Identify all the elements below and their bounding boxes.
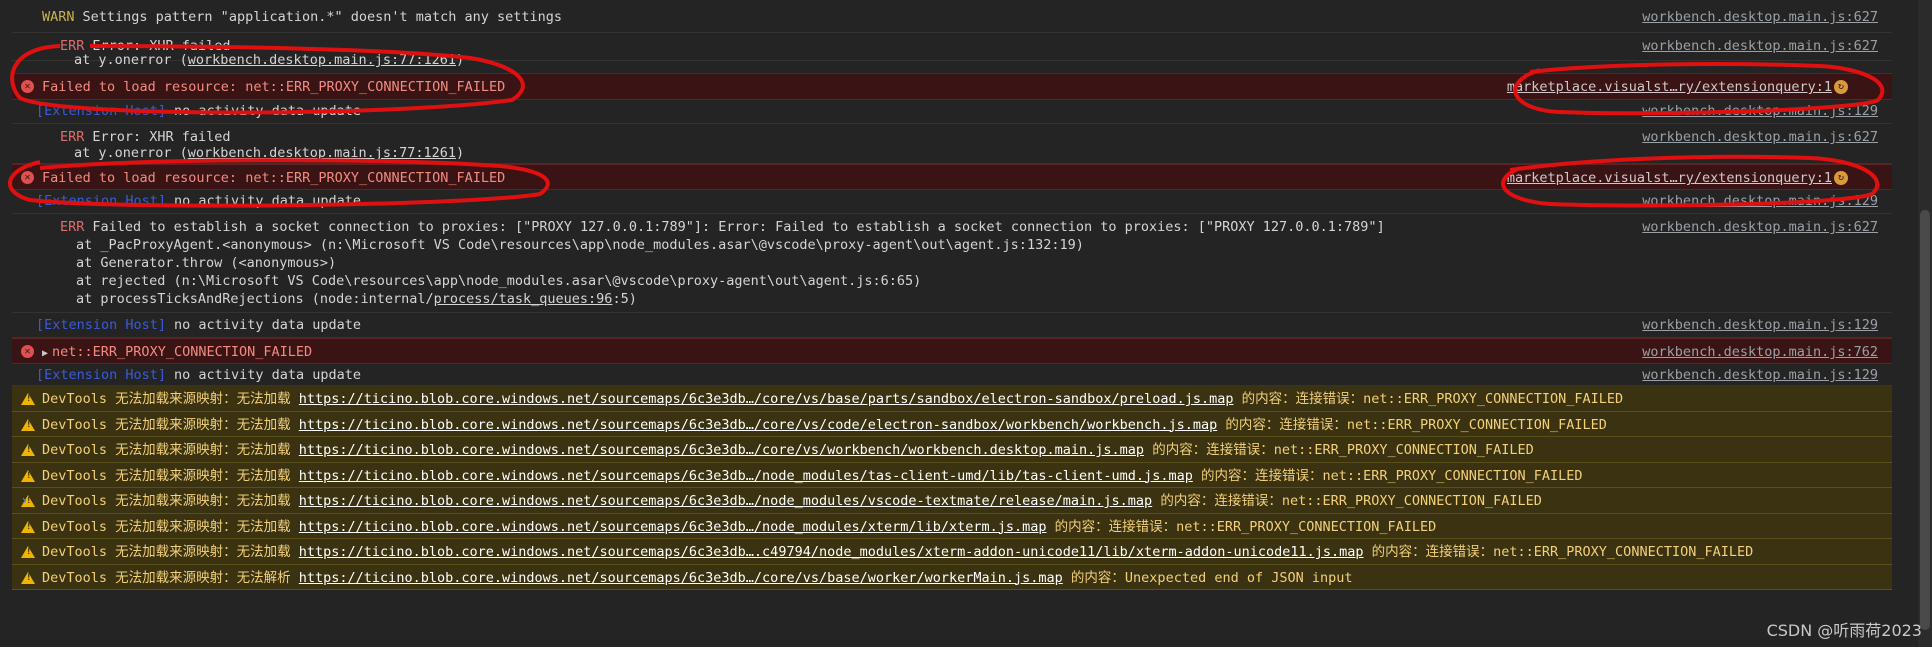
warning-prefix: DevTools 无法加载来源映射：无法加载 xyxy=(42,391,299,407)
warning-suffix: 的内容：连接错误：net::ERR_PROXY_CONNECTION_FAILE… xyxy=(1046,518,1437,535)
extension-host-badge: [Extension Host] xyxy=(36,193,167,209)
sourcemap-link[interactable]: https://ticino.blob.core.windows.net/sou… xyxy=(299,417,1217,433)
warning-suffix: 的内容：连接错误：net::ERR_PROXY_CONNECTION_FAILE… xyxy=(1144,442,1534,458)
warning-triangle-icon xyxy=(21,469,35,482)
stack-prefix: at y.onerror ( xyxy=(74,145,188,161)
warning-prefix: DevTools 无法加载来源映射：无法加载 xyxy=(42,467,299,484)
sourcemap-link[interactable]: https://ticino.blob.core.windows.net/sou… xyxy=(299,493,1152,509)
console-prompt-chevron-icon[interactable]: › xyxy=(20,493,28,509)
stack-link[interactable]: workbench.desktop.main.js:77:1261 xyxy=(188,145,456,161)
sourcemap-link[interactable]: https://ticino.blob.core.windows.net/sou… xyxy=(299,442,1144,458)
error-circle-icon: ✕ xyxy=(21,345,34,358)
message-text: Failed to establish a socket connection … xyxy=(92,219,1385,235)
source-link[interactable]: workbench.desktop.main.js:129 xyxy=(1642,102,1878,120)
stack-suffix: ) xyxy=(456,52,465,68)
level-err-label: ERR xyxy=(60,219,85,235)
warning-triangle-icon xyxy=(21,571,35,584)
warning-triangle-icon xyxy=(21,444,35,456)
devtools-warning-row: DevTools 无法加载来源映射：无法加载 https://ticino.bl… xyxy=(12,462,1892,488)
source-link[interactable]: marketplace.visualst…ry/extensionquery:1 xyxy=(1507,169,1832,187)
sourcemap-link[interactable]: https://ticino.blob.core.windows.net/sou… xyxy=(299,519,1047,535)
warning-prefix: DevTools 无法加载来源映射：无法加载 xyxy=(42,442,299,458)
sourcemap-link[interactable]: https://ticino.blob.core.windows.net/sou… xyxy=(299,468,1193,484)
console-message-ext-host: [Extension Host] no activity data update … xyxy=(12,364,1892,386)
warning-triangle-icon xyxy=(21,520,35,533)
stack-link[interactable]: process/task_queues:96 xyxy=(434,291,613,307)
warning-suffix: 的内容：连接错误：net::ERR_PROXY_CONNECTION_FAILE… xyxy=(1363,544,1754,560)
warning-prefix: DevTools 无法加载来源映射：无法解析 xyxy=(42,569,299,586)
console-message-ext-host: [Extension Host] no activity data update … xyxy=(12,100,1892,124)
warning-triangle-icon xyxy=(21,393,35,405)
stack-trace-row: at y.onerror (workbench.desktop.main.js:… xyxy=(12,142,1892,164)
console-scrollbar[interactable] xyxy=(1918,0,1932,647)
message-text: no activity data update xyxy=(174,367,361,383)
stack-prefix: at processTicksAndRejections (node:inter… xyxy=(76,291,434,307)
message-text: Settings pattern "application.*" doesn't… xyxy=(82,9,563,25)
warning-triangle-icon xyxy=(21,418,35,431)
message-text: no activity data update xyxy=(174,317,361,333)
warning-prefix: DevTools 无法加载来源映射：无法加载 xyxy=(42,416,299,433)
warning-suffix: 的内容：连接错误：net::ERR_PROXY_CONNECTION_FAILE… xyxy=(1217,416,1607,433)
warning-triangle-icon xyxy=(21,546,35,558)
source-link[interactable]: workbench.desktop.main.js:129 xyxy=(1642,192,1878,210)
console-panel: WARN Settings pattern "application.*" doe… xyxy=(12,0,1892,647)
stack-line: at rejected (n:\Microsoft VS Code\resour… xyxy=(76,273,922,289)
warning-prefix: DevTools 无法加载来源映射：无法加载 xyxy=(42,518,299,535)
devtools-warning-row: DevTools 无法加载来源映射：无法加载 https://ticino.bl… xyxy=(12,539,1892,565)
source-link[interactable]: workbench.desktop.main.js:129 xyxy=(1642,316,1878,334)
console-message-ext-host: [Extension Host] no activity data update … xyxy=(12,190,1892,214)
warning-suffix: 的内容：连接错误：net::ERR_PROXY_CONNECTION_FAILE… xyxy=(1152,493,1542,509)
error-circle-icon: ✕ xyxy=(21,80,34,93)
devtools-warning-row: DevTools 无法加载来源映射：无法加载 https://ticino.bl… xyxy=(12,488,1892,514)
stack-trace-row: at y.onerror (workbench.desktop.main.js:… xyxy=(12,51,1892,73)
devtools-warning-row: DevTools 无法加载来源映射：无法加载 https://ticino.bl… xyxy=(12,513,1892,539)
source-link[interactable]: workbench.desktop.main.js:762 xyxy=(1642,343,1878,361)
stack-suffix: :5) xyxy=(612,291,637,307)
console-error-net[interactable]: ✕ ▶ net::ERR_PROXY_CONNECTION_FAILED work… xyxy=(12,338,1892,364)
devtools-warning-row: DevTools 无法加载来源映射：无法加载 https://ticino.bl… xyxy=(12,411,1892,437)
scrollbar-thumb[interactable] xyxy=(1920,210,1930,630)
retry-icon[interactable]: ↻ xyxy=(1834,80,1848,94)
expand-triangle-icon[interactable]: ▶ xyxy=(42,348,48,359)
warning-prefix: DevTools 无法加载来源映射：无法加载 xyxy=(42,493,299,509)
sourcemap-link[interactable]: https://ticino.blob.core.windows.net/sou… xyxy=(299,544,1364,560)
extension-host-badge: [Extension Host] xyxy=(36,367,167,383)
message-text: no activity data update xyxy=(174,103,361,119)
stack-line: at processTicksAndRejections (node:inter… xyxy=(60,290,1892,308)
devtools-warning-row: DevTools 无法加载来源映射：无法解析 https://ticino.bl… xyxy=(12,564,1892,590)
extension-host-badge: [Extension Host] xyxy=(36,317,167,333)
stack-link[interactable]: workbench.desktop.main.js:77:1261 xyxy=(188,52,456,68)
sourcemap-link[interactable]: https://ticino.blob.core.windows.net/sou… xyxy=(299,570,1063,586)
devtools-warning-row: DevTools 无法加载来源映射：无法加载 https://ticino.bl… xyxy=(12,386,1892,412)
source-link[interactable]: workbench.desktop.main.js:129 xyxy=(1642,366,1878,384)
console-error-failed-load: ✕ Failed to load resource: net::ERR_PROX… xyxy=(12,73,1892,100)
devtools-warning-list: DevTools 无法加载来源映射：无法加载 https://ticino.bl… xyxy=(12,386,1892,590)
source-link[interactable]: workbench.desktop.main.js:627 xyxy=(1642,218,1878,236)
warning-prefix: DevTools 无法加载来源映射：无法加载 xyxy=(42,544,299,560)
sourcemap-link[interactable]: https://ticino.blob.core.windows.net/sou… xyxy=(299,391,1234,407)
devtools-warning-row: DevTools 无法加载来源映射：无法加载 https://ticino.bl… xyxy=(12,437,1892,463)
console-error-failed-load: ✕ Failed to load resource: net::ERR_PROX… xyxy=(12,164,1892,190)
console-message-warn-settings: WARN Settings pattern "application.*" doe… xyxy=(12,0,1892,33)
error-circle-icon: ✕ xyxy=(21,171,34,184)
stack-line: at _PacProxyAgent.<anonymous> (n:\Micros… xyxy=(76,237,1084,253)
console-message-ext-host: [Extension Host] no activity data update … xyxy=(12,313,1892,338)
message-text: net::ERR_PROXY_CONNECTION_FAILED xyxy=(52,344,313,360)
extension-host-badge: [Extension Host] xyxy=(36,103,167,119)
stack-prefix: at y.onerror ( xyxy=(74,52,188,68)
warning-suffix: 的内容：Unexpected end of JSON input xyxy=(1062,569,1353,586)
console-message-err-socket: ERR Failed to establish a socket connecti… xyxy=(12,214,1892,313)
stack-line: at Generator.throw (<anonymous>) xyxy=(76,255,337,271)
watermark: CSDN @听雨荷2023 xyxy=(1766,621,1922,640)
source-link[interactable]: workbench.desktop.main.js:627 xyxy=(1642,8,1878,26)
stack-suffix: ) xyxy=(456,145,465,161)
level-warn-label: WARN xyxy=(42,9,75,25)
message-text: no activity data update xyxy=(174,193,361,209)
retry-icon[interactable]: ↻ xyxy=(1834,171,1848,185)
warning-suffix: 的内容：连接错误：net::ERR_PROXY_CONNECTION_FAILE… xyxy=(1192,467,1583,484)
source-link[interactable]: marketplace.visualst…ry/extensionquery:1 xyxy=(1507,78,1832,96)
warning-suffix: 的内容：连接错误：net::ERR_PROXY_CONNECTION_FAILE… xyxy=(1233,391,1624,407)
